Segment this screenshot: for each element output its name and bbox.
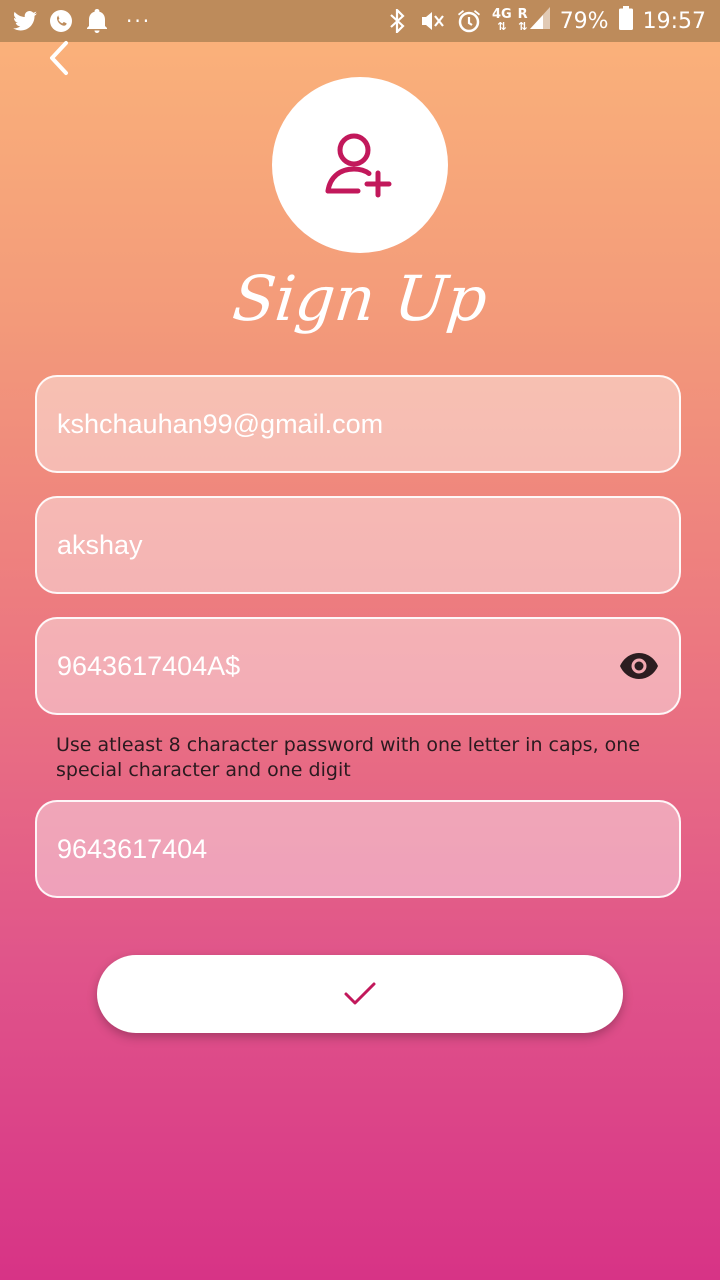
name-field[interactable] <box>35 496 681 594</box>
show-password-toggle[interactable] <box>619 646 659 686</box>
chevron-left-icon <box>50 41 68 75</box>
battery-icon <box>618 6 633 36</box>
eye-icon <box>620 653 658 679</box>
back-button[interactable] <box>36 36 80 80</box>
bluetooth-icon <box>384 8 410 34</box>
status-bar: ··· 4G ⇅ R ⇅ 79% 19:57 <box>0 0 720 42</box>
phone-input[interactable] <box>57 833 597 865</box>
signal-icon <box>529 7 550 35</box>
avatar-badge <box>272 77 448 253</box>
alarm-icon <box>456 8 482 34</box>
network-indicator: 4G ⇅ R ⇅ <box>492 7 550 35</box>
password-field[interactable] <box>35 617 681 715</box>
status-bar-right: 4G ⇅ R ⇅ 79% 19:57 <box>384 0 706 42</box>
phone-field[interactable] <box>35 800 681 898</box>
clock-time: 19:57 <box>642 8 706 34</box>
overflow-indicator: ··· <box>126 9 152 33</box>
whatsapp-icon <box>48 8 74 34</box>
name-input[interactable] <box>57 529 597 561</box>
checkmark-icon <box>344 982 376 1005</box>
email-field[interactable] <box>35 375 681 473</box>
password-hint: Use atleast 8 character password with on… <box>56 734 641 781</box>
email-input[interactable] <box>57 408 597 440</box>
submit-button[interactable] <box>97 955 623 1033</box>
page-title: Sign Up <box>229 262 491 335</box>
add-user-icon <box>325 133 392 198</box>
bell-icon <box>84 8 110 34</box>
password-input[interactable] <box>57 650 597 682</box>
twitter-icon <box>12 8 38 34</box>
battery-percent: 79% <box>559 8 609 34</box>
mute-icon <box>420 8 446 34</box>
